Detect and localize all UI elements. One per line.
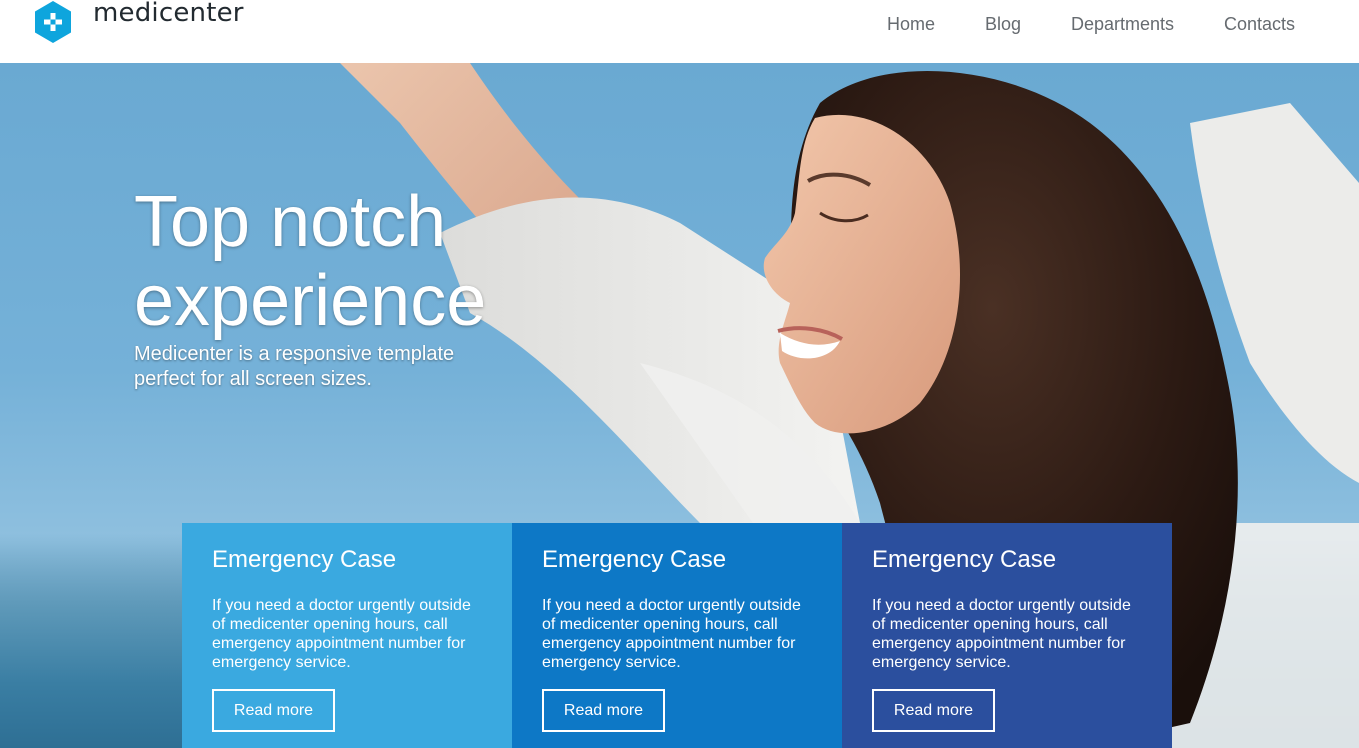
- card-text: If you need a doctor urgently outside of…: [872, 597, 1131, 671]
- emergency-card: Emergency Case If you need a doctor urge…: [182, 523, 512, 748]
- emergency-card: Emergency Case If you need a doctor urge…: [512, 523, 842, 748]
- read-more-button[interactable]: Read more: [212, 689, 335, 732]
- nav-item-contacts[interactable]: Contacts: [1224, 13, 1295, 35]
- nav-item-departments[interactable]: Departments: [1071, 13, 1174, 35]
- main-nav: Home Blog Departments Contacts: [0, 13, 1359, 35]
- card-title: Emergency Case: [542, 546, 727, 573]
- card-text: If you need a doctor urgently outside of…: [212, 597, 471, 671]
- feature-cards: Emergency Case If you need a doctor urge…: [182, 523, 1172, 748]
- hero-title-line2: experience: [134, 261, 487, 341]
- read-more-button[interactable]: Read more: [542, 689, 665, 732]
- card-title: Emergency Case: [212, 546, 397, 573]
- nav-item-home[interactable]: Home: [887, 13, 935, 35]
- hero-title: Top notch experience: [134, 183, 734, 341]
- hero-subtitle: Medicenter is a responsive template perf…: [134, 342, 534, 392]
- card-text: If you need a doctor urgently outside of…: [542, 597, 801, 671]
- site-header: medicenter Home Blog Departments Contact…: [0, 0, 1359, 63]
- emergency-card: Emergency Case If you need a doctor urge…: [842, 523, 1172, 748]
- nav-item-blog[interactable]: Blog: [985, 13, 1021, 35]
- read-more-button[interactable]: Read more: [872, 689, 995, 732]
- hero-subtitle-line2: perfect for all screen sizes.: [134, 368, 372, 390]
- hero-subtitle-line1: Medicenter is a responsive template: [134, 343, 455, 365]
- hero-title-line1: Top notch: [134, 182, 447, 262]
- card-title: Emergency Case: [872, 546, 1057, 573]
